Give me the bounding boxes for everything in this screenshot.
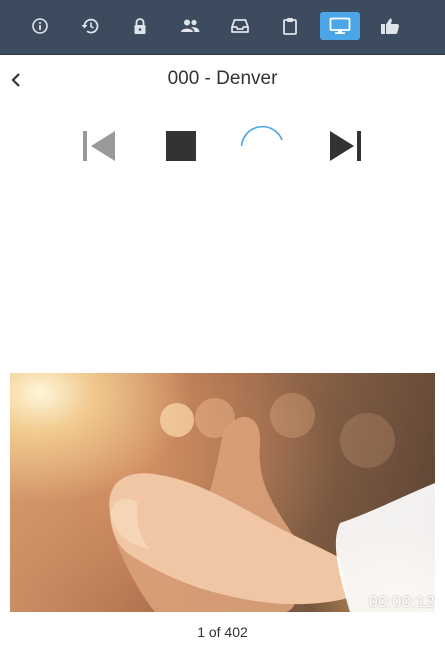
top-toolbar [0, 0, 445, 55]
video-frame-hands [109, 416, 435, 612]
next-button[interactable] [329, 129, 363, 168]
people-button[interactable] [170, 12, 210, 40]
video-timestamp: 00:00:12 [368, 594, 435, 611]
clipboard-button[interactable] [270, 12, 310, 40]
video-player[interactable]: 00:00:12 [10, 373, 435, 612]
loading-spinner [240, 125, 283, 147]
header-bar: 000 - Denver [0, 55, 445, 105]
info-icon [32, 18, 48, 34]
history-icon [81, 18, 99, 34]
lock-icon [134, 18, 146, 34]
skip-previous-icon [83, 131, 115, 161]
page-counter: 1 of 402 [197, 624, 248, 640]
thumbs-up-icon [381, 18, 399, 34]
lock-button[interactable] [120, 12, 160, 40]
info-button[interactable] [20, 12, 60, 40]
inbox-icon [231, 19, 249, 33]
page-title: 000 - Denver [167, 68, 278, 89]
stop-button[interactable] [165, 130, 197, 167]
inbox-button[interactable] [220, 12, 260, 40]
stop-icon [166, 131, 196, 161]
previous-button[interactable] [82, 129, 116, 168]
clipboard-icon [283, 18, 297, 35]
loading-indicator [238, 122, 288, 177]
thumbs-up-button[interactable] [370, 12, 410, 40]
skip-next-icon [330, 131, 361, 161]
people-icon [181, 19, 200, 32]
monitor-button[interactable] [320, 12, 360, 40]
history-button[interactable] [70, 12, 110, 40]
monitor-icon [329, 17, 351, 34]
